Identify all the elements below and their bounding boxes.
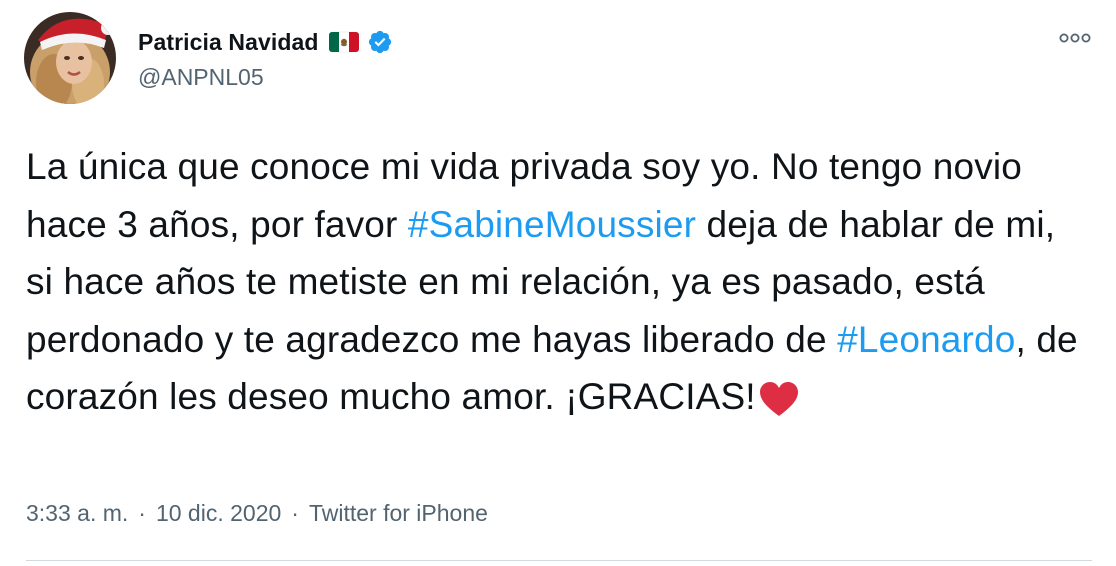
mexico-flag-icon: [328, 31, 359, 53]
heart-emoji-icon: [759, 376, 799, 416]
tweet-metadata: 3:33 a. m. · 10 dic. 2020 · Twitter for …: [26, 500, 488, 527]
more-dots-icon: [1059, 33, 1091, 43]
meta-separator: ·: [138, 500, 146, 526]
author-name-row: Patricia Navidad: [138, 26, 393, 58]
hashtag-link-sabinemoussier[interactable]: #SabineMoussier: [408, 204, 696, 245]
divider: [26, 560, 1092, 561]
tweet-source[interactable]: Twitter for iPhone: [309, 500, 488, 527]
tweet-text: La única que conoce mi vida privada soy …: [26, 138, 1086, 426]
author-info: Patricia Navidad @ANPNL05: [138, 26, 393, 91]
author-display-name[interactable]: Patricia Navidad: [138, 29, 319, 56]
hashtag-link-leonardo[interactable]: #Leonardo: [837, 319, 1015, 360]
verified-badge-icon: [367, 29, 393, 55]
tweet-card: Patricia Navidad @ANPNL05 La única que c…: [0, 0, 1116, 566]
meta-separator: ·: [291, 500, 299, 526]
tweet-time[interactable]: 3:33 a. m.: [26, 500, 128, 527]
author-handle[interactable]: @ANPNL05: [138, 64, 393, 91]
more-options-button[interactable]: [1058, 26, 1092, 50]
tweet-date[interactable]: 10 dic. 2020: [156, 500, 281, 527]
avatar-image: [24, 12, 116, 104]
avatar[interactable]: [24, 12, 116, 104]
